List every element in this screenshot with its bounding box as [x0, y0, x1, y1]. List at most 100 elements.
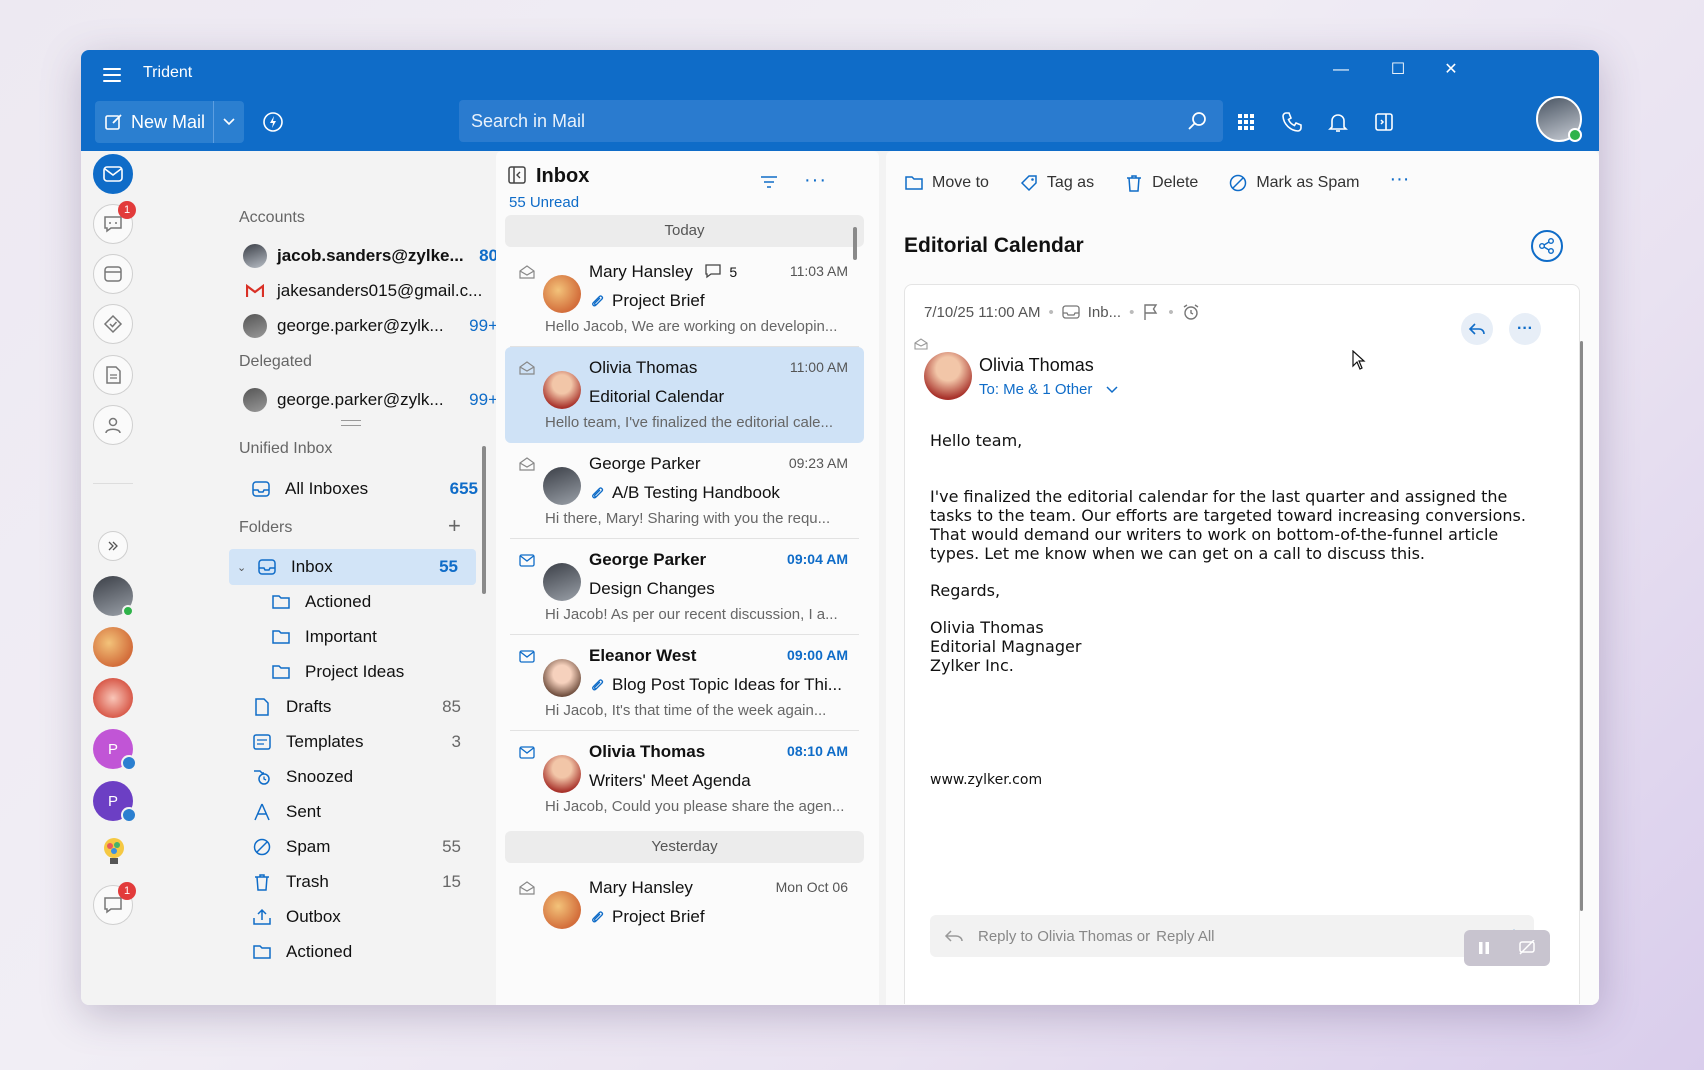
reminder-alarm-icon[interactable] [1182, 303, 1200, 321]
list-item[interactable]: George Parker 09:23 AM A/B Testing Handb… [505, 443, 864, 539]
delete-button[interactable]: Delete [1124, 173, 1198, 193]
search-icon[interactable] [1187, 110, 1209, 132]
collapse-pane-icon[interactable] [508, 166, 526, 184]
rail-chat-button[interactable]: 1 [93, 201, 136, 244]
message-time: 09:23 AM [788, 455, 848, 471]
new-mail-dropdown[interactable] [213, 101, 244, 143]
sender-name: George Parker [589, 550, 707, 569]
share-button[interactable] [1531, 230, 1563, 262]
folder-project-ideas[interactable]: Project Ideas [271, 654, 471, 690]
recipients-toggle[interactable]: To: Me & 1 Other [979, 381, 1118, 398]
quick-reply-bar[interactable]: Reply to Olivia Thomas or Reply All [930, 915, 1534, 957]
reply-button[interactable] [1461, 313, 1493, 345]
folder-actioned-2[interactable]: Actioned [252, 934, 479, 970]
account-avatar [243, 388, 267, 412]
attachment-icon [592, 911, 604, 923]
delegated-account-item[interactable]: george.parker@zylk... 99+ [243, 385, 498, 415]
folder-trash[interactable]: Trash 15 [252, 864, 479, 900]
list-item[interactable]: Mary Hansley 5 11:03 AM Project Brief He… [505, 251, 864, 347]
chat-badge: 1 [118, 201, 136, 219]
list-scrollbar[interactable] [853, 227, 857, 260]
reply-to-link[interactable]: Reply to Olivia Thomas [978, 928, 1133, 945]
list-item[interactable]: Eleanor West 09:00 AM Blog Post Topic Id… [505, 635, 864, 731]
quick-actions-icon[interactable] [261, 110, 285, 134]
search-input[interactable]: Search in Mail [459, 100, 1223, 142]
delete-label: Delete [1152, 174, 1199, 191]
more-actions-icon[interactable]: ··· [1389, 168, 1409, 191]
message-time: Mon Oct 06 [775, 879, 848, 895]
folder-count: 15 [442, 872, 461, 891]
close-window-button[interactable]: ✕ [1431, 58, 1471, 82]
account-item[interactable]: george.parker@zylk... 99+ [243, 311, 498, 341]
mail-more-options-icon[interactable]: ··· [1509, 313, 1541, 345]
new-mail-button[interactable]: New Mail [95, 101, 213, 143]
list-item[interactable]: Olivia Thomas 08:10 AM Writers' Meet Age… [505, 731, 864, 827]
folder-snoozed[interactable]: Snoozed [252, 759, 479, 795]
sender-avatar[interactable] [924, 352, 972, 400]
reply-icon [1468, 323, 1485, 335]
folder-outbox[interactable]: Outbox [252, 899, 479, 935]
folder-actioned[interactable]: Actioned [271, 584, 471, 620]
list-item[interactable]: George Parker 09:04 AM Design Changes Hi… [505, 539, 864, 635]
phone-icon[interactable] [1280, 110, 1304, 134]
rail-tasks-button[interactable] [93, 304, 133, 344]
move-to-button[interactable]: Move to [904, 173, 989, 193]
avatar-letter: P [107, 740, 118, 758]
app-rail: 1 P P 1 [81, 151, 151, 1005]
rail-contacts-button[interactable] [93, 405, 133, 445]
add-folder-icon[interactable]: + [448, 515, 461, 537]
rail-avatar-group-2[interactable] [93, 678, 133, 718]
apps-grid-icon[interactable] [1234, 110, 1258, 134]
account-item[interactable]: jakesanders015@gmail.c... [243, 276, 488, 306]
folder-scrollbar[interactable] [482, 446, 486, 594]
rail-calendar-button[interactable] [93, 254, 133, 294]
lightbulb-icon[interactable] [101, 836, 127, 868]
list-item-selected[interactable]: Olivia Thomas 11:00 AM Editorial Calenda… [505, 347, 864, 443]
rail-notes-button[interactable] [93, 355, 133, 395]
filter-icon[interactable] [760, 175, 778, 189]
contacts-icon [105, 417, 121, 434]
folder-spam[interactable]: Spam 55 [252, 829, 479, 865]
stop-recording-icon[interactable] [1518, 940, 1536, 956]
side-panel-icon[interactable] [1372, 110, 1396, 134]
chevron-down-icon[interactable]: ⌄ [237, 561, 249, 574]
rail-avatar-p1[interactable]: P [93, 729, 137, 771]
reading-scrollbar[interactable] [1580, 341, 1583, 911]
account-item[interactable]: jacob.sanders@zylke... 80 [243, 241, 498, 271]
rail-mail-button[interactable] [93, 154, 133, 194]
folder-important[interactable]: Important [271, 619, 471, 655]
rail-expand-button[interactable] [98, 531, 128, 561]
screen-recorder-controls [1464, 930, 1550, 966]
reply-all-link[interactable]: Reply All [1156, 928, 1214, 945]
unread-count[interactable]: 55 Unread [509, 194, 579, 211]
mark-as-spam-button[interactable]: Mark as Spam [1228, 173, 1359, 193]
folder-name: Spam [286, 837, 331, 856]
tasks-icon [103, 314, 123, 334]
minimize-button[interactable]: — [1321, 58, 1361, 82]
rail-chat-button-2[interactable]: 1 [93, 882, 136, 925]
title-bar: Trident — ☐ ✕ New Mail Search in Mail [81, 50, 1599, 151]
more-options-icon[interactable]: ··· [804, 169, 827, 192]
signature-url[interactable]: www.zylker.com [930, 771, 1042, 790]
maximize-button[interactable]: ☐ [1378, 58, 1418, 82]
body-line: types. Let me know when we can get on a … [930, 544, 1426, 563]
notifications-bell-icon[interactable] [1326, 110, 1350, 134]
envelope-closed-icon [519, 554, 535, 567]
from-name[interactable]: Olivia Thomas [979, 355, 1094, 376]
rail-avatar-1[interactable] [93, 576, 134, 617]
folder-drafts[interactable]: Drafts 85 [252, 689, 479, 725]
rail-avatar-p2[interactable]: P [93, 781, 137, 823]
rail-avatar-group-1[interactable] [93, 627, 133, 667]
folder-sent[interactable]: Sent [252, 794, 479, 830]
pause-icon[interactable] [1478, 941, 1490, 955]
resize-handle-icon[interactable] [341, 420, 361, 426]
all-inboxes-item[interactable]: All Inboxes 655 [251, 471, 498, 507]
tag-as-button[interactable]: Tag as [1019, 173, 1094, 193]
folder-templates[interactable]: Templates 3 [252, 724, 479, 760]
user-profile-avatar[interactable] [1536, 96, 1582, 142]
flag-icon[interactable] [1142, 303, 1160, 321]
hamburger-menu-icon[interactable] [103, 63, 127, 87]
list-item[interactable]: Mary Hansley Mon Oct 06 Project Brief [505, 867, 864, 963]
folder-inbox[interactable]: ⌄ Inbox 55 [229, 549, 476, 585]
mail-folder[interactable]: Inb... [1088, 304, 1121, 321]
